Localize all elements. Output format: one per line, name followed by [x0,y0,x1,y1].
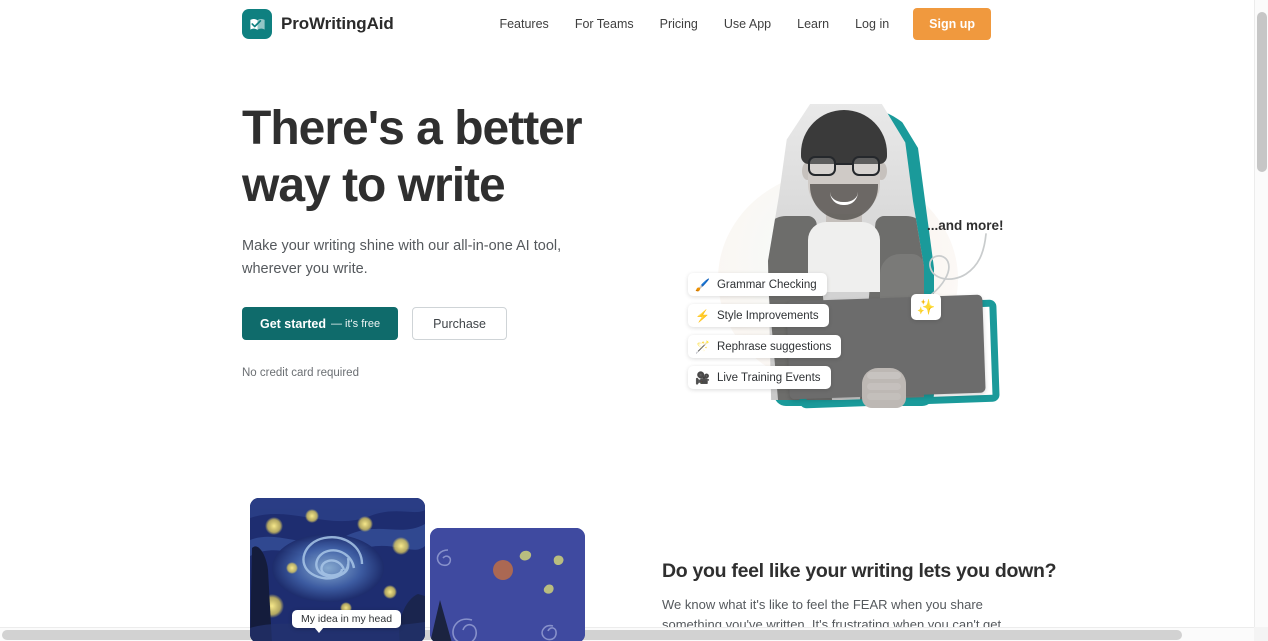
feature-chip-list: 🖌️ Grammar Checking ⚡ Style Improvements… [688,273,842,389]
hero-illustration: sparkles-icon✨ ...and more! 🖌️ Grammar C… [660,98,1040,438]
nav-item-use-app[interactable]: Use App [711,8,784,40]
vertical-scrollbar[interactable] [1254,0,1268,627]
artwork-group: My idea in my head [250,498,586,641]
paintbrush-icon: 🖌️ [695,277,710,292]
chip-label: Style Improvements [716,309,819,322]
movie-camera-icon: 🎥 [695,370,710,385]
get-started-free-tag: — it's free [331,317,381,330]
hero-title-line-2: way to write [242,159,506,212]
nav-item-log-in[interactable]: Log in [842,8,902,40]
lightning-bolt-icon: ⚡ [695,308,710,323]
chip-style-improvements[interactable]: ⚡ Style Improvements [688,304,829,327]
nav-item-learn[interactable]: Learn [784,8,842,40]
primary-navigation: Features For Teams Pricing Use App Learn… [486,8,991,40]
chip-rephrase-suggestions[interactable]: 🪄 Rephrase suggestions [688,335,842,358]
book-check-icon [242,9,272,39]
nav-item-features[interactable]: Features [486,8,561,40]
hero-section: There's a better way to write Make your … [0,48,1254,478]
scrollbar-corner [1254,627,1268,641]
glasses-bridge [836,163,852,166]
and-more-label: ...and more! [927,218,1004,233]
hero-subtitle: Make your writing shine with our all-in-… [242,238,562,277]
glasses-icon [806,156,882,176]
nav-item-for-teams[interactable]: For Teams [562,8,647,40]
chip-label: Live Training Events [716,371,821,384]
horizontal-scrollbar-thumb[interactable] [2,630,1182,640]
sparkles-icon: sparkles-icon✨ [911,294,941,320]
hero-title: There's a better way to write [242,100,642,214]
writing-lets-you-down-section: My idea in my head Do you feel like your… [0,478,1254,641]
chip-grammar-checking[interactable]: 🖌️ Grammar Checking [688,273,827,296]
chip-label: Grammar Checking [716,278,817,291]
hero-title-line-1: There's a better [242,102,583,155]
no-credit-card-note: No credit card required [242,367,359,379]
hero-copy: There's a better way to write Make your … [242,100,642,379]
idea-tooltip: My idea in my head [292,610,402,633]
hero-cta-group: Get started — it's free Purchase [242,307,642,340]
get-started-label: Get started [260,316,326,331]
glasses-lens-left [808,156,836,176]
plain-blue-canvas [430,528,585,641]
sign-up-button[interactable]: Sign up [913,8,991,40]
magic-wand-icon: 🪄 [695,339,710,354]
horizontal-scrollbar[interactable] [0,627,1268,641]
purchase-button[interactable]: Purchase [412,307,507,340]
chip-live-training-events[interactable]: 🎥 Live Training Events [688,366,831,389]
page-root: ProWritingAid Features For Teams Pricing… [0,0,1268,641]
vertical-scrollbar-thumb[interactable] [1257,12,1267,172]
hand [862,368,906,408]
brand-logo-link[interactable]: ProWritingAid [242,9,394,39]
glasses-lens-right [852,156,880,176]
site-header: ProWritingAid Features For Teams Pricing… [0,0,1254,48]
brand-name: ProWritingAid [281,14,394,33]
chip-label: Rephrase suggestions [716,340,832,353]
get-started-button[interactable]: Get started — it's free [242,307,399,340]
section2-title: Do you feel like your writing lets you d… [662,560,1057,582]
nav-item-pricing[interactable]: Pricing [647,8,711,40]
